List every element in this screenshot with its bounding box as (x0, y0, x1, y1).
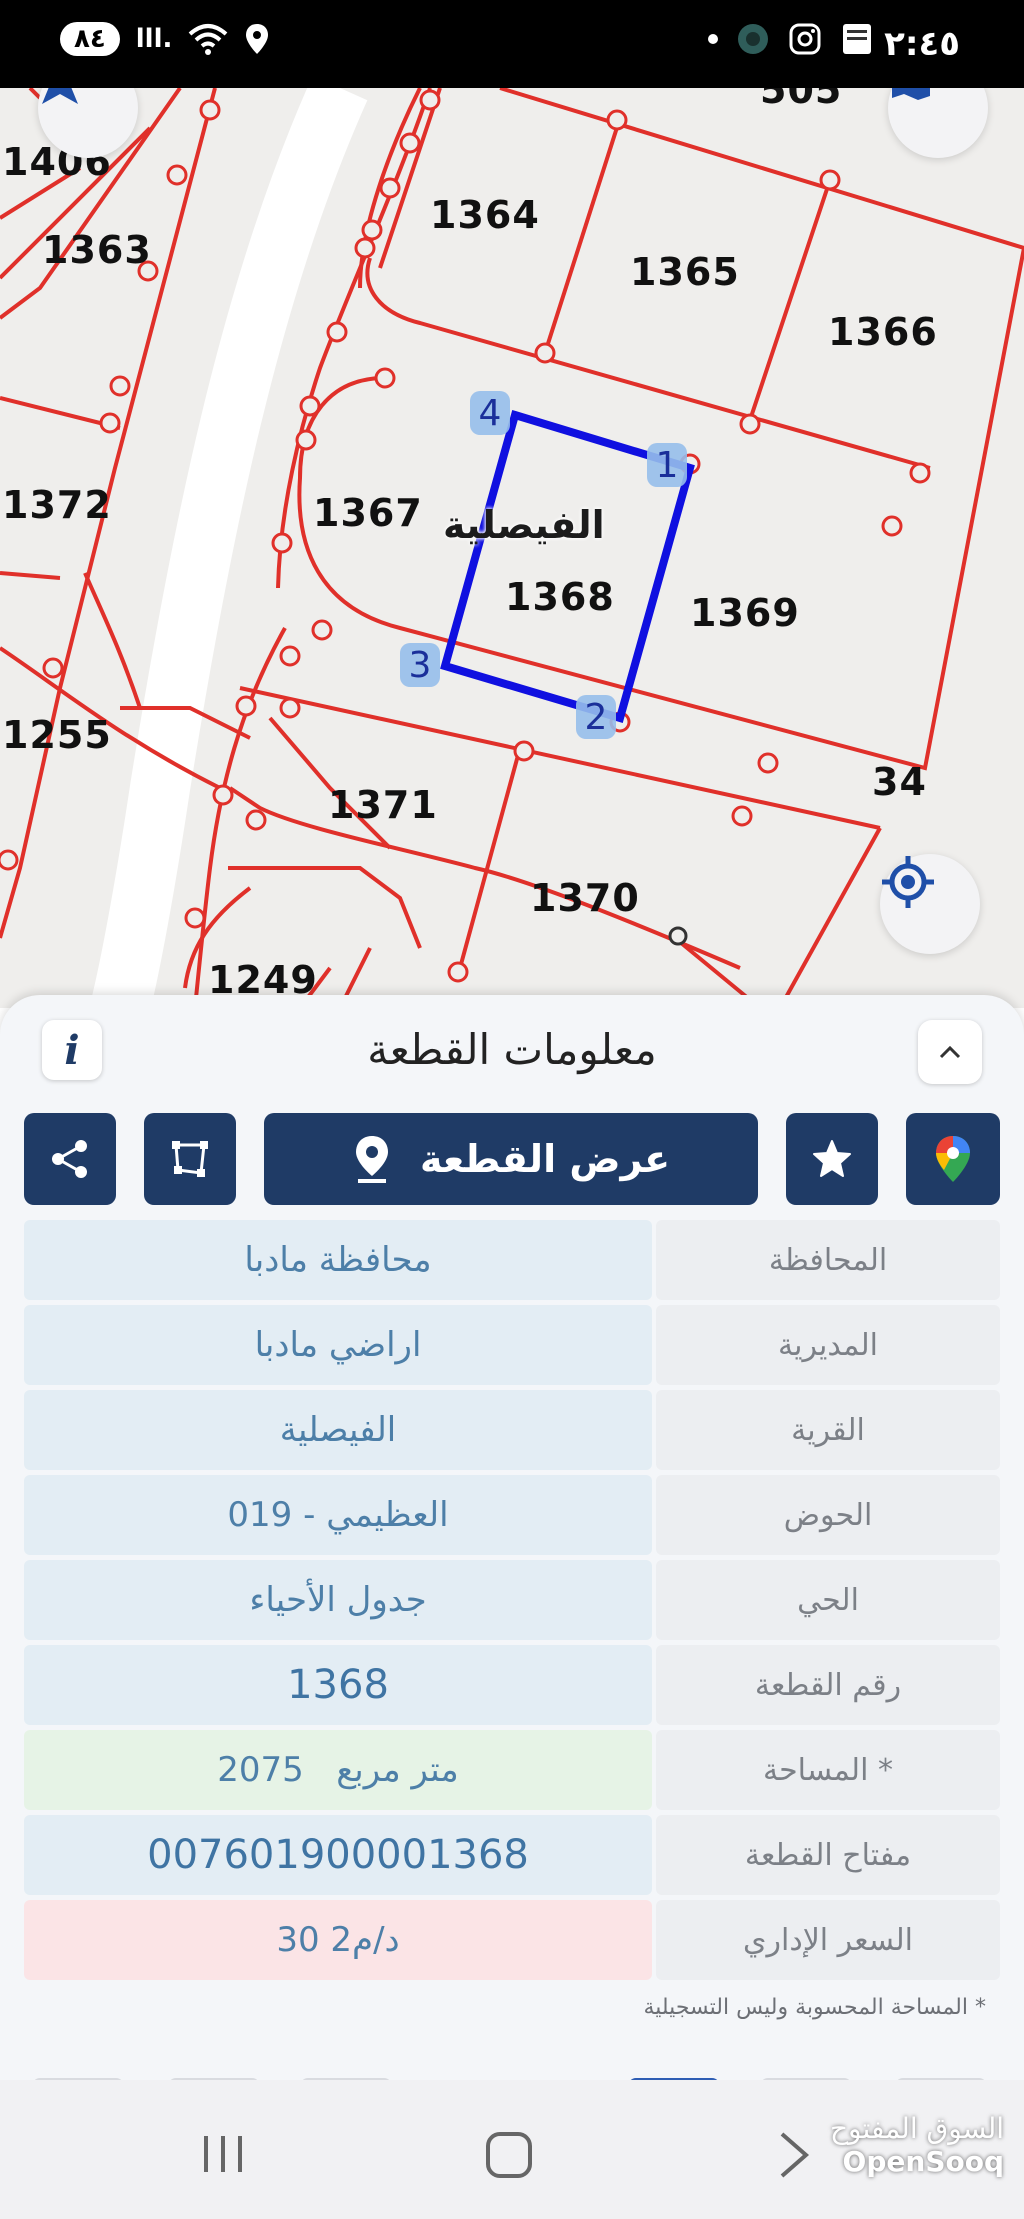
dot-icon (708, 34, 718, 44)
row-label: الحي (656, 1560, 1000, 1640)
corner-badge: 3 (400, 643, 440, 687)
table-row: الحوض العظيمي - 019 (24, 1475, 1000, 1555)
row-label: السعر الإداري (656, 1900, 1000, 1980)
google-maps-button[interactable] (906, 1113, 1000, 1205)
compass-icon (42, 88, 78, 104)
opensooq-watermark: السوق المفتوح OpenSooq (830, 2112, 1004, 2178)
row-label: مفتاح القطعة (656, 1815, 1000, 1895)
table-row: القرية الفيصلية (24, 1390, 1000, 1470)
recent-apps-icon[interactable] (200, 2130, 246, 2178)
map-label: 1367 (313, 491, 423, 535)
share-icon (52, 1140, 87, 1178)
map-label: 505 (760, 88, 843, 112)
bible-icon (843, 24, 871, 54)
home-icon[interactable] (484, 2130, 534, 2180)
share-button[interactable] (24, 1113, 116, 1205)
map-label: 1365 (630, 250, 740, 294)
battery-indicator: ٨٤ (60, 22, 120, 56)
row-label: رقم القطعة (656, 1645, 1000, 1725)
corner-badge: 1 (647, 443, 687, 487)
map-label: 1366 (828, 310, 938, 354)
watermark-arabic: السوق المفتوح (829, 2112, 1004, 2145)
table-row: السعر الإداري 30 د/م2 (24, 1900, 1000, 1980)
star-icon (813, 1140, 851, 1177)
map-view[interactable]: 4 1 3 2 505 1406 1363 1364 1365 1366 137… (0, 88, 1024, 1008)
status-right-icons (708, 22, 874, 56)
back-icon[interactable] (776, 2130, 812, 2180)
row-value: العظيمي - 019 (24, 1475, 652, 1555)
instagram-icon (789, 23, 821, 55)
map-label: 1369 (690, 591, 800, 635)
map-label: 1372 (2, 483, 112, 527)
village-label: الفيصلية (443, 503, 605, 547)
row-label: القرية (656, 1390, 1000, 1470)
row-value: 1368 (24, 1645, 652, 1725)
map-label: 34 (872, 760, 927, 804)
signal-icon: lll. (135, 24, 173, 54)
map-label: 1364 (430, 193, 540, 237)
map-label: 1368 (505, 575, 615, 619)
table-row: المحافظة محافظة مادبا (24, 1220, 1000, 1300)
row-label: الحوض (656, 1475, 1000, 1555)
corner-badge: 2 (576, 695, 616, 739)
chevron-up-icon (939, 1045, 961, 1059)
corner-badge: 4 (470, 391, 510, 435)
area-footnote: * المساحة المحسوبة وليس التسجيلية (643, 1995, 986, 2020)
crosshair-icon (882, 856, 934, 908)
status-time: ٢:٤٥ (884, 24, 960, 64)
row-label: المحافظة (656, 1220, 1000, 1300)
row-value[interactable]: 007601900001368 (24, 1815, 652, 1895)
row-value: 2075 متر مربع (24, 1730, 652, 1810)
collapse-button[interactable] (918, 1020, 982, 1084)
row-value: جدول الأحياء (24, 1560, 652, 1640)
table-row: الحي جدول الأحياء (24, 1560, 1000, 1640)
wifi-icon (189, 24, 228, 55)
panel-title: معلومات القطعة (367, 1025, 657, 1074)
polygon-icon (172, 1141, 208, 1177)
row-label: المديرية (656, 1305, 1000, 1385)
table-row: رقم القطعة 1368 (24, 1645, 1000, 1725)
show-parcel-button[interactable]: عرض القطعة (264, 1113, 758, 1205)
location-pin-icon (355, 1136, 388, 1183)
google-maps-icon (936, 1136, 970, 1182)
row-label: المساحة * (656, 1730, 1000, 1810)
row-value: الفيصلية (24, 1390, 652, 1470)
my-location-button[interactable] (880, 854, 980, 954)
parcel-info-table: المحافظة محافظة مادبا المديرية اراضي ماد… (24, 1220, 1000, 1985)
row-value: اراضي مادبا (24, 1305, 652, 1385)
map-label: 1370 (530, 876, 640, 920)
map-label: 1363 (42, 228, 152, 272)
location-icon (246, 24, 269, 54)
parcel-info-panel: i معلومات القطعة عرض القطعة المحافظة محا… (0, 995, 1024, 2080)
map-label: 1255 (2, 713, 112, 757)
map-label: 1371 (328, 783, 438, 827)
draw-shape-button[interactable] (144, 1113, 236, 1205)
status-bar: ٨٤ lll. ٢:٤٥ (0, 0, 1024, 88)
action-toolbar: عرض القطعة (0, 1113, 1024, 1208)
survey-point (668, 926, 688, 946)
row-value: 30 د/م2 (24, 1900, 652, 1980)
table-row: المساحة * 2075 متر مربع (24, 1730, 1000, 1810)
watermark-english: OpenSooq (842, 2145, 1004, 2178)
favorite-button[interactable] (786, 1113, 878, 1205)
row-value: محافظة مادبا (24, 1220, 652, 1300)
table-row: مفتاح القطعة 007601900001368 (24, 1815, 1000, 1895)
table-row: المديرية اراضي مادبا (24, 1305, 1000, 1385)
show-parcel-label: عرض القطعة (419, 1137, 671, 1181)
map-layers-icon (892, 88, 930, 100)
status-left-icons: ٨٤ lll. (60, 22, 270, 56)
app-icon (738, 24, 768, 54)
